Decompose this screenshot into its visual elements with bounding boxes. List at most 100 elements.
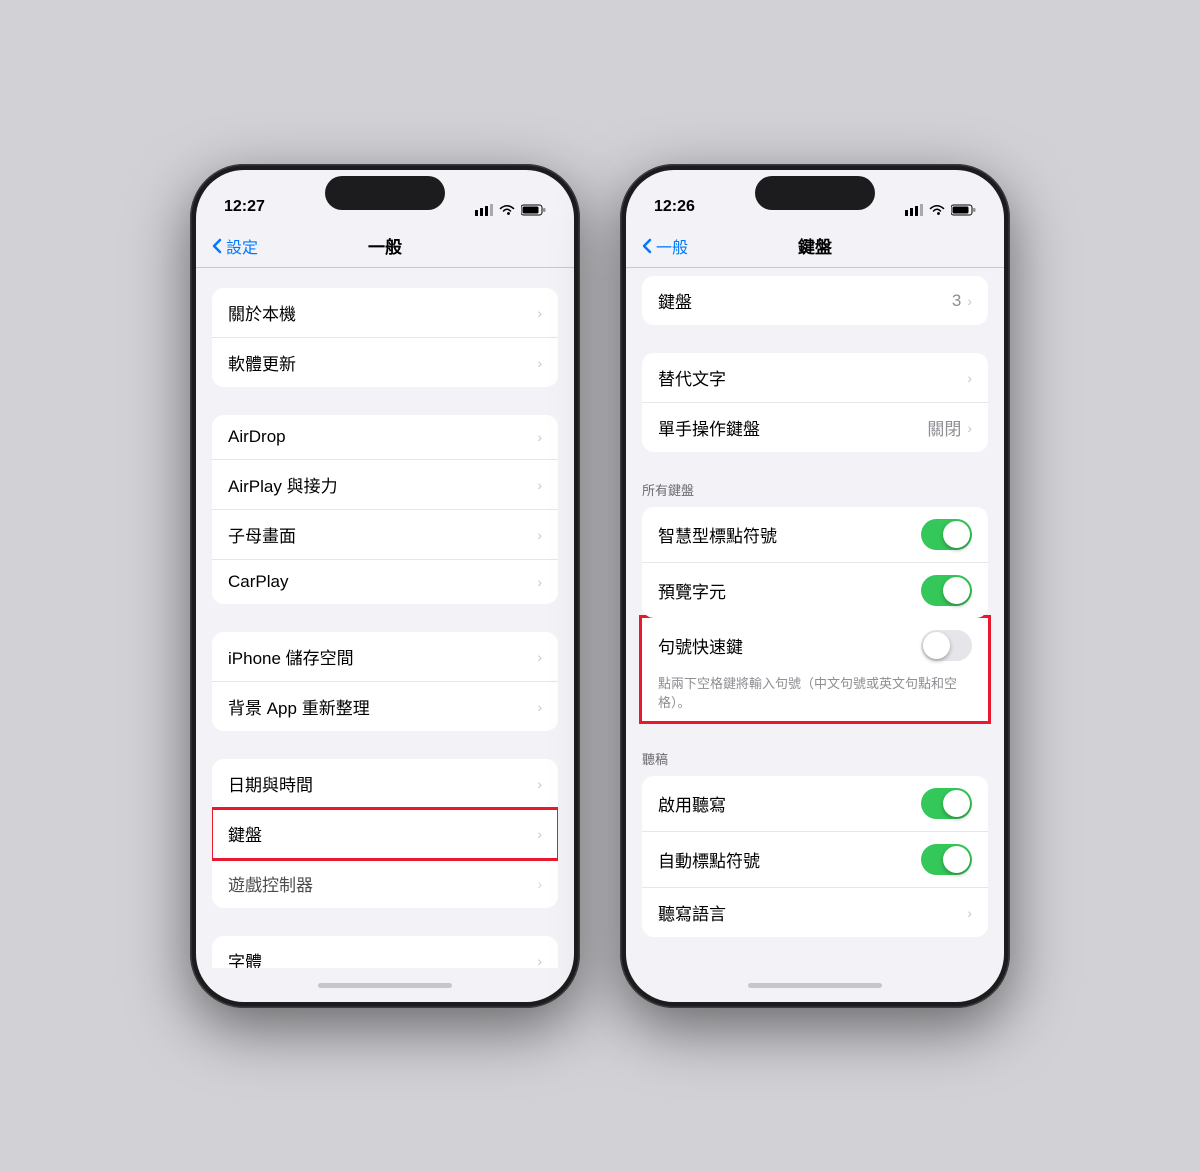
all-keyboards-section: 所有鍵盤 智慧型標點符號 預覽字元 bbox=[626, 480, 1004, 721]
list-item[interactable]: 自動標點符號 bbox=[642, 832, 988, 888]
list-item[interactable]: 遊戲控制器 › bbox=[212, 859, 558, 908]
list-item[interactable]: AirDrop › bbox=[212, 415, 558, 460]
settings-list-3: iPhone 儲存空間 › 背景 App 重新整理 › bbox=[212, 632, 558, 731]
toggle-thumb bbox=[943, 521, 970, 548]
settings-list-2: AirDrop › AirPlay 與接力 › 子母畫面 › CarPlay › bbox=[212, 415, 558, 604]
screen-1: 12:27 bbox=[196, 170, 574, 1002]
period-shortcut-description: 點兩下空格鍵將輸入句號（中文句號或英文句點和空格）。 bbox=[642, 673, 988, 721]
settings-group-3: iPhone 儲存空間 › 背景 App 重新整理 › bbox=[196, 632, 574, 731]
section-header: 所有鍵盤 bbox=[626, 480, 1004, 507]
chevron-icon: › bbox=[967, 370, 972, 386]
list-item[interactable]: CarPlay › bbox=[212, 560, 558, 604]
settings-list-4: 日期與時間 › 鍵盤 › 遊戲控制器 › bbox=[212, 759, 558, 908]
chevron-icon: › bbox=[537, 953, 542, 969]
status-icons-2 bbox=[905, 204, 976, 216]
settings-group-1: 關於本機 › 軟體更新 › bbox=[196, 288, 574, 387]
chevron-icon: › bbox=[537, 429, 542, 445]
chevron-icon: › bbox=[537, 305, 542, 321]
back-button-2[interactable]: 一般 bbox=[642, 234, 688, 258]
chevron-icon: › bbox=[537, 876, 542, 892]
chevron-icon: › bbox=[537, 826, 542, 842]
status-icons-1 bbox=[475, 204, 546, 216]
settings-group-5: 字體 › 語言與地區 › 辭典 › bbox=[196, 936, 574, 968]
phone-1: 12:27 bbox=[190, 164, 580, 1008]
chevron-left-icon-2 bbox=[642, 238, 652, 254]
settings-list-1: 關於本機 › 軟體更新 › bbox=[212, 288, 558, 387]
toggle-thumb bbox=[923, 632, 950, 659]
period-shortcut-item[interactable]: 句號快速鍵 bbox=[642, 618, 988, 673]
battery-icon-1 bbox=[521, 204, 546, 216]
preview-toggle[interactable] bbox=[921, 575, 972, 606]
signal-icon-2 bbox=[905, 204, 923, 216]
back-label-2: 一般 bbox=[656, 234, 688, 258]
dictation-list: 啟用聽寫 自動標點符號 聽寫語言 › bbox=[642, 776, 988, 937]
home-bar-1 bbox=[318, 983, 452, 988]
keyboards-section: 鍵盤 3 › bbox=[626, 276, 1004, 325]
list-item[interactable]: 日期與時間 › bbox=[212, 759, 558, 809]
list-item[interactable]: 啟用聽寫 bbox=[642, 776, 988, 832]
list-item[interactable]: 鍵盤 3 › bbox=[642, 276, 988, 325]
list-item[interactable]: 關於本機 › bbox=[212, 288, 558, 338]
content-2: 鍵盤 3 › 替代文字 › 單手操作鍵盤 bbox=[626, 268, 1004, 968]
back-label-1: 設定 bbox=[226, 234, 258, 258]
section-header: 聽稿 bbox=[626, 749, 1004, 776]
battery-icon-2 bbox=[951, 204, 976, 216]
period-shortcut-highlight: 句號快速鍵 點兩下空格鍵將輸入句號（中文句號或英文句點和空格）。 bbox=[642, 618, 988, 721]
home-indicator-2 bbox=[626, 968, 1004, 1002]
keyboards-list: 鍵盤 3 › bbox=[642, 276, 988, 325]
time-1: 12:27 bbox=[224, 198, 265, 216]
chevron-icon: › bbox=[537, 527, 542, 543]
smart-punctuation-toggle[interactable] bbox=[921, 519, 972, 550]
keyboard-menu-item[interactable]: 鍵盤 › bbox=[212, 809, 558, 859]
list-item[interactable]: 智慧型標點符號 bbox=[642, 507, 988, 563]
list-item[interactable]: 替代文字 › bbox=[642, 353, 988, 403]
all-keyboards-list: 智慧型標點符號 預覽字元 bbox=[642, 507, 988, 618]
settings-group-2: AirDrop › AirPlay 與接力 › 子母畫面 › CarPlay › bbox=[196, 415, 574, 604]
list-item[interactable]: 聽寫語言 › bbox=[642, 888, 988, 937]
time-2: 12:26 bbox=[654, 198, 695, 216]
chevron-icon: › bbox=[537, 776, 542, 792]
toggle-thumb bbox=[943, 846, 970, 873]
list-item[interactable]: 背景 App 重新整理 › bbox=[212, 682, 558, 731]
signal-icon-1 bbox=[475, 204, 493, 216]
chevron-icon: › bbox=[537, 355, 542, 371]
toggle-thumb bbox=[943, 577, 970, 604]
home-indicator-1 bbox=[196, 968, 574, 1002]
chevron-icon: › bbox=[537, 477, 542, 493]
period-shortcut-toggle[interactable] bbox=[921, 630, 972, 661]
nav-bar-2: 一般 鍵盤 bbox=[626, 224, 1004, 268]
dictation-toggle[interactable] bbox=[921, 788, 972, 819]
dynamic-island-1 bbox=[325, 176, 445, 210]
chevron-icon: › bbox=[967, 905, 972, 921]
list-item[interactable]: 單手操作鍵盤 關閉 › bbox=[642, 403, 988, 452]
dictation-section: 聽稿 啟用聽寫 自動標點符號 聽寫語 bbox=[626, 749, 1004, 937]
list-item[interactable]: AirPlay 與接力 › bbox=[212, 460, 558, 510]
nav-bar-1: 設定 一般 bbox=[196, 224, 574, 268]
text-list: 替代文字 › 單手操作鍵盤 關閉 › bbox=[642, 353, 988, 452]
chevron-icon: › bbox=[537, 649, 542, 665]
phone-2: 12:26 bbox=[620, 164, 1010, 1008]
screen-2: 12:26 bbox=[626, 170, 1004, 1002]
home-bar-2 bbox=[748, 983, 882, 988]
chevron-left-icon-1 bbox=[212, 238, 222, 254]
chevron-icon: › bbox=[537, 699, 542, 715]
list-item[interactable]: 字體 › bbox=[212, 936, 558, 968]
nav-title-2: 鍵盤 bbox=[798, 233, 832, 258]
nav-title-1: 一般 bbox=[368, 233, 402, 258]
back-button-1[interactable]: 設定 bbox=[212, 234, 258, 258]
toggle-thumb bbox=[943, 790, 970, 817]
dynamic-island-2 bbox=[755, 176, 875, 210]
chevron-icon: › bbox=[967, 293, 972, 309]
chevron-icon: › bbox=[537, 574, 542, 590]
list-item[interactable]: 軟體更新 › bbox=[212, 338, 558, 387]
auto-punctuation-toggle[interactable] bbox=[921, 844, 972, 875]
list-item[interactable]: 預覽字元 bbox=[642, 563, 988, 618]
content-1: 關於本機 › 軟體更新 › AirDrop › bbox=[196, 268, 574, 968]
list-item[interactable]: 子母畫面 › bbox=[212, 510, 558, 560]
wifi-icon-1 bbox=[499, 204, 515, 216]
wifi-icon-2 bbox=[929, 204, 945, 216]
text-section: 替代文字 › 單手操作鍵盤 關閉 › bbox=[626, 353, 1004, 452]
list-item[interactable]: iPhone 儲存空間 › bbox=[212, 632, 558, 682]
settings-list-5: 字體 › 語言與地區 › 辭典 › bbox=[212, 936, 558, 968]
settings-group-4: 日期與時間 › 鍵盤 › 遊戲控制器 › bbox=[196, 759, 574, 908]
